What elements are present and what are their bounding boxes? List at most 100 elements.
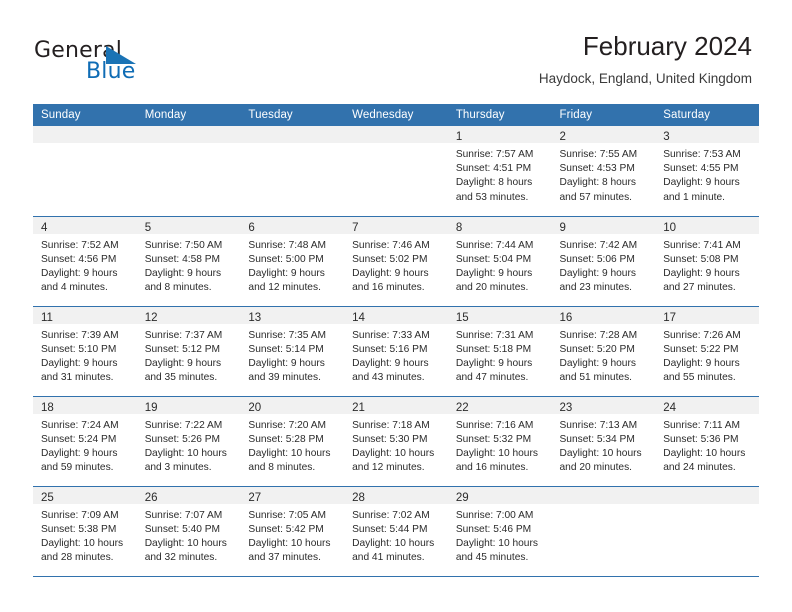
calendar-day-cell[interactable]: 26 Sunrise: 7:07 AM Sunset: 5:40 PM Dayligh…: [136, 486, 241, 577]
day-detail-line: Daylight: 10 hours: [144, 447, 227, 459]
calendar-day-cell[interactable]: 3 Sunrise: 7:53 AM Sunset: 4:55 PM Daylight…: [655, 126, 759, 217]
day-number-band: 2: [551, 126, 656, 143]
day-cell-inner: [551, 486, 656, 576]
calendar-day-cell[interactable]: 4 Sunrise: 7:52 AM Sunset: 4:56 PM Daylight…: [33, 216, 137, 307]
day-cell-inner: 26 Sunrise: 7:07 AM Sunset: 5:40 PM Dayligh…: [136, 486, 241, 576]
day-number-band: 15: [447, 306, 552, 324]
day-detail-line: Daylight: 10 hours: [248, 447, 331, 459]
calendar-day-cell[interactable]: 9 Sunrise: 7:42 AM Sunset: 5:06 PM Daylight…: [551, 216, 656, 307]
day-detail-line: and 27 minutes.: [663, 282, 736, 294]
day-detail-line: Sunset: 4:51 PM: [455, 163, 532, 175]
calendar-day-cell[interactable]: 27 Sunrise: 7:05 AM Sunset: 5:42 PM Dayligh…: [240, 486, 345, 577]
calendar-day-cell[interactable]: 19 Sunrise: 7:22 AM Sunset: 5:26 PM Dayligh…: [136, 396, 241, 487]
calendar-day-cell[interactable]: 28 Sunrise: 7:02 AM Sunset: 5:44 PM Dayligh…: [344, 486, 448, 577]
day-detail-line: Sunset: 5:28 PM: [248, 433, 324, 445]
day-detail-line: Sunrise: 7:41 AM: [663, 239, 741, 251]
day-detail-line: Sunset: 5:10 PM: [41, 343, 117, 355]
calendar-day-cell[interactable]: 17 Sunrise: 7:26 AM Sunset: 5:22 PM Dayligh…: [655, 306, 759, 397]
day-detail-lines: Sunrise: 7:31 AM Sunset: 5:18 PM Daylight:…: [448, 324, 552, 386]
day-number: 25: [41, 491, 54, 504]
calendar-day-cell[interactable]: 2 Sunrise: 7:55 AM Sunset: 4:53 PM Daylight…: [551, 126, 656, 217]
day-detail-line: Sunset: 5:34 PM: [559, 433, 635, 445]
day-number: 24: [663, 401, 677, 414]
calendar-day-cell[interactable]: 14 Sunrise: 7:33 AM Sunset: 5:16 PM Dayligh…: [344, 306, 448, 397]
day-detail-line: and 12 minutes.: [248, 282, 321, 294]
day-detail-line: Sunset: 5:00 PM: [248, 253, 324, 265]
calendar-day-cell[interactable]: 1 Sunrise: 7:57 AM Sunset: 4:51 PM Daylight…: [447, 126, 552, 217]
day-detail-line: Sunrise: 7:44 AM: [455, 239, 534, 251]
day-detail-line: Daylight: 10 hours: [352, 447, 435, 459]
day-detail-lines: Sunrise: 7:44 AM Sunset: 5:04 PM Daylight:…: [448, 234, 552, 296]
day-number-band: 20: [240, 396, 345, 414]
day-detail-line: Sunset: 5:44 PM: [352, 523, 428, 535]
day-detail-line: Daylight: 9 hours: [352, 357, 429, 369]
day-cell-inner: [136, 126, 241, 216]
day-detail-line: Sunset: 5:26 PM: [144, 433, 221, 445]
calendar-day-cell[interactable]: 18 Sunrise: 7:24 AM Sunset: 5:24 PM Dayligh…: [33, 396, 137, 487]
calendar-day-cell[interactable]: 13 Sunrise: 7:35 AM Sunset: 5:14 PM Dayligh…: [240, 306, 345, 397]
calendar-week-row: 4 Sunrise: 7:52 AM Sunset: 4:56 PM Daylight…: [33, 216, 759, 307]
day-detail-lines: Sunrise: 7:48 AM Sunset: 5:00 PM Daylight:…: [240, 234, 344, 296]
calendar-week-row: 25 Sunrise: 7:09 AM Sunset: 5:38 PM Dayligh…: [33, 486, 759, 577]
calendar-day-cell[interactable]: 6 Sunrise: 7:48 AM Sunset: 5:00 PM Daylight…: [240, 216, 345, 307]
calendar-day-cell[interactable]: 10 Sunrise: 7:41 AM Sunset: 5:08 PM Dayligh…: [655, 216, 759, 307]
day-number-band: 24: [655, 396, 759, 414]
calendar-day-cell[interactable]: 7 Sunrise: 7:46 AM Sunset: 5:02 PM Daylight…: [344, 216, 448, 307]
day-number-band: 7: [344, 216, 448, 234]
calendar-day-cell[interactable]: 16 Sunrise: 7:28 AM Sunset: 5:20 PM Dayligh…: [551, 306, 656, 397]
day-detail-line: Sunset: 5:20 PM: [559, 343, 635, 355]
day-detail-line: Sunrise: 7:57 AM: [455, 149, 534, 160]
brand-logo[interactable]: General Blue: [34, 38, 214, 84]
calendar-day-cell[interactable]: 29 Sunrise: 7:00 AM Sunset: 5:46 PM Dayligh…: [447, 486, 552, 577]
day-detail-line: Sunrise: 7:16 AM: [455, 419, 534, 431]
day-detail-line: and 43 minutes.: [352, 372, 425, 384]
day-number-band: 11: [33, 306, 137, 324]
day-cell-inner: 27 Sunrise: 7:05 AM Sunset: 5:42 PM Dayligh…: [240, 486, 345, 576]
day-detail-line: and 32 minutes.: [144, 552, 218, 564]
calendar-day-cell[interactable]: 12 Sunrise: 7:37 AM Sunset: 5:12 PM Dayligh…: [136, 306, 241, 397]
day-detail-line: Sunrise: 7:53 AM: [663, 149, 741, 160]
calendar-day-cell[interactable]: 22 Sunrise: 7:16 AM Sunset: 5:32 PM Dayligh…: [447, 396, 552, 487]
day-detail-line: Sunset: 5:24 PM: [41, 433, 117, 445]
day-detail-line: Sunrise: 7:26 AM: [663, 329, 741, 341]
day-detail-line: Sunrise: 7:13 AM: [559, 419, 638, 431]
day-cell-inner: 22 Sunrise: 7:16 AM Sunset: 5:32 PM Dayligh…: [447, 396, 552, 486]
day-number: 16: [559, 311, 573, 324]
day-detail-line: and 53 minutes.: [455, 191, 529, 203]
calendar-day-cell[interactable]: 23 Sunrise: 7:13 AM Sunset: 5:34 PM Dayligh…: [551, 396, 656, 487]
calendar-day-cell[interactable]: 8 Sunrise: 7:44 AM Sunset: 5:04 PM Daylight…: [447, 216, 552, 307]
day-cell-inner: 16 Sunrise: 7:28 AM Sunset: 5:20 PM Dayligh…: [551, 306, 656, 396]
day-detail-line: Daylight: 10 hours: [144, 537, 227, 549]
calendar-day-cell[interactable]: 21 Sunrise: 7:18 AM Sunset: 5:30 PM Dayligh…: [344, 396, 448, 487]
day-detail-line: Daylight: 9 hours: [663, 177, 740, 189]
weekday-header-row: Sunday Monday Tuesday Wednesday Thursday Frid…: [33, 104, 759, 126]
day-detail-line: Daylight: 9 hours: [559, 267, 636, 279]
day-detail-line: Sunrise: 7:07 AM: [144, 509, 223, 521]
calendar-day-cell[interactable]: 5 Sunrise: 7:50 AM Sunset: 4:58 PM Daylight…: [136, 216, 241, 307]
day-detail-line: Daylight: 10 hours: [455, 447, 538, 459]
day-number: 26: [144, 491, 158, 504]
day-detail-lines: Sunrise: 7:28 AM Sunset: 5:20 PM Daylight:…: [552, 324, 656, 386]
day-detail-line: Sunset: 5:18 PM: [455, 343, 532, 355]
day-number: 21: [352, 401, 365, 414]
day-detail-line: Sunset: 5:06 PM: [559, 253, 635, 265]
calendar-day-cell[interactable]: 25 Sunrise: 7:09 AM Sunset: 5:38 PM Dayligh…: [33, 486, 137, 577]
day-detail-lines: Sunrise: 7:55 AM Sunset: 4:53 PM Daylight:…: [552, 143, 656, 205]
calendar-day-cell[interactable]: 15 Sunrise: 7:31 AM Sunset: 5:18 PM Dayligh…: [447, 306, 552, 397]
calendar-day-cell[interactable]: 24 Sunrise: 7:11 AM Sunset: 5:36 PM Dayligh…: [655, 396, 759, 487]
day-number: 11: [41, 311, 53, 324]
weekday-header-tuesday: Tuesday: [240, 104, 345, 126]
day-cell-inner: 3 Sunrise: 7:53 AM Sunset: 4:55 PM Daylight…: [655, 126, 759, 216]
day-cell-inner: 8 Sunrise: 7:44 AM Sunset: 5:04 PM Daylight…: [447, 216, 552, 306]
day-detail-line: Sunset: 4:58 PM: [144, 253, 221, 265]
day-detail-line: Sunset: 5:40 PM: [144, 523, 221, 535]
calendar-day-cell[interactable]: 11 Sunrise: 7:39 AM Sunset: 5:10 PM Dayligh…: [33, 306, 137, 397]
calendar-day-cell[interactable]: 20 Sunrise: 7:20 AM Sunset: 5:28 PM Dayligh…: [240, 396, 345, 487]
day-detail-line: Daylight: 10 hours: [559, 447, 642, 459]
day-detail-line: Sunrise: 7:28 AM: [559, 329, 638, 341]
day-cell-inner: 20 Sunrise: 7:20 AM Sunset: 5:28 PM Dayligh…: [240, 396, 345, 486]
day-cell-inner: [655, 486, 759, 576]
day-detail-lines: Sunrise: 7:50 AM Sunset: 4:58 PM Daylight:…: [137, 234, 241, 296]
weekday-header-saturday: Saturday: [655, 104, 759, 126]
day-detail-line: and 51 minutes.: [559, 372, 633, 384]
